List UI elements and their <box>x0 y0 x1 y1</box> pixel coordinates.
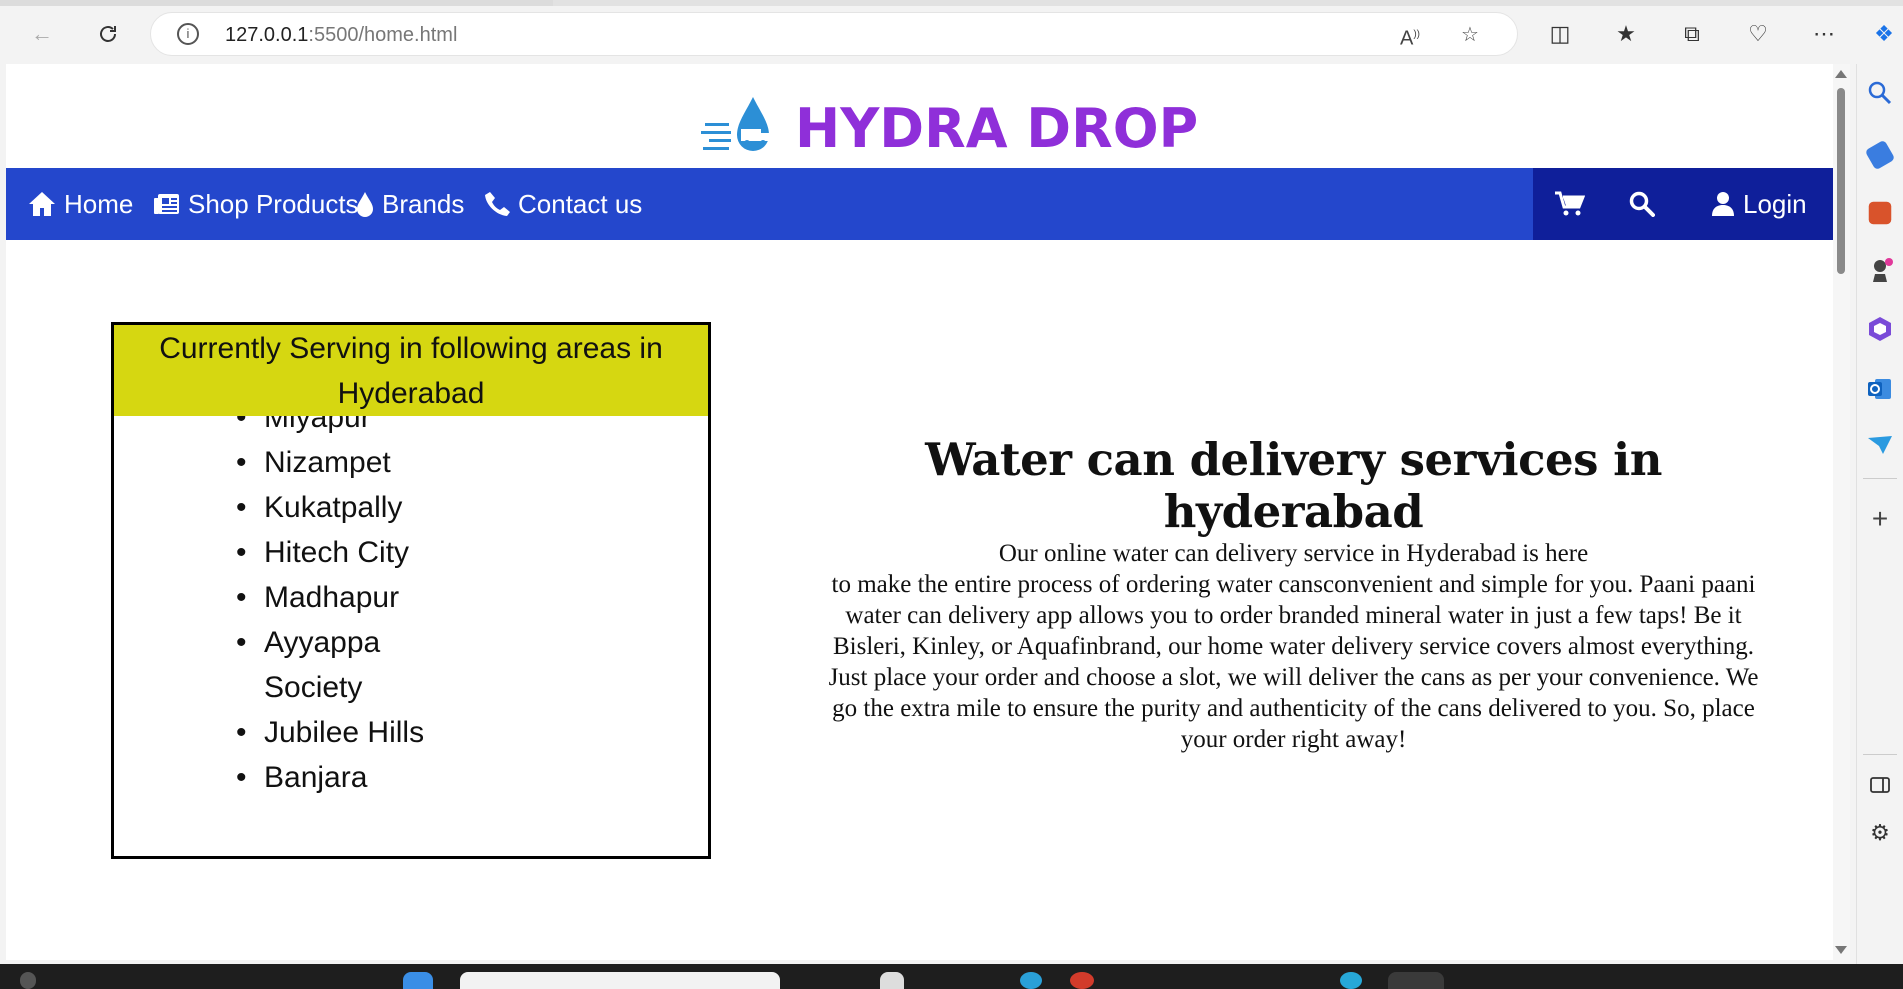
scroll-down-icon[interactable] <box>1835 946 1847 954</box>
water-drop-icon <box>357 192 373 217</box>
phone-icon <box>485 192 510 216</box>
intro-paragraph: to make the entire process of ordering w… <box>828 571 1759 753</box>
split-screen-icon[interactable]: ◫ <box>1544 18 1576 50</box>
shopping-tag-icon[interactable] <box>1864 139 1896 171</box>
nav-home-label: Home <box>64 188 134 219</box>
outlook-icon[interactable] <box>1865 374 1895 404</box>
area-item: Hitech City <box>236 530 444 575</box>
login-button[interactable]: Login <box>1711 168 1807 240</box>
browser-toolbar: ← i 127.0.0.1:5500/home.html A)) ☆ ◫ ★ ⧉… <box>0 0 1903 64</box>
nav-brands-label: Brands <box>382 188 465 219</box>
read-aloud-icon[interactable]: A)) <box>1397 22 1423 50</box>
page-viewport: HYDRA DROP Home Shop Products Brands Con… <box>6 64 1850 960</box>
url-text[interactable]: 127.0.0.1:5500/home.html <box>225 24 457 47</box>
taskbar-search-box[interactable] <box>460 972 780 989</box>
area-item: Jubilee Hills <box>236 710 444 755</box>
refresh-icon[interactable] <box>92 18 124 50</box>
windows-icon[interactable] <box>403 972 433 989</box>
cart-icon <box>1555 191 1585 216</box>
water-delivery-logo-icon <box>701 97 769 151</box>
page-scrollbar[interactable] <box>1833 64 1850 960</box>
nav-shop-label: Shop Products <box>188 188 359 219</box>
nav-contact[interactable]: Contact us <box>484 168 642 240</box>
tools-briefcase-icon[interactable] <box>1868 201 1892 225</box>
favorites-icon[interactable]: ★ <box>1610 18 1642 50</box>
send-icon[interactable] <box>1865 430 1895 460</box>
service-areas-box[interactable]: Currently Serving in following areas in … <box>111 322 711 859</box>
area-item: Madhapur <box>236 575 444 620</box>
settings-gear-icon[interactable]: ⚙ <box>1865 818 1895 848</box>
area-item: Banjara <box>236 755 444 800</box>
active-app-icon[interactable] <box>1388 972 1444 989</box>
favorite-star-icon[interactable]: ☆ <box>1457 22 1483 48</box>
newspaper-icon <box>154 194 179 214</box>
chrome-icon[interactable] <box>1070 972 1094 989</box>
service-areas-list: Miyapur Nizampet Kukatpally Hitech City … <box>236 395 444 800</box>
intro-section: Water can delivery services in hyderabad… <box>826 434 1761 755</box>
search-button[interactable] <box>1629 168 1663 240</box>
back-icon[interactable]: ← <box>26 18 58 50</box>
sidebar-divider <box>1863 754 1897 755</box>
intro-line-1: Our online water can delivery service in… <box>998 540 1589 567</box>
scrollbar-thumb[interactable] <box>1837 88 1845 274</box>
sidebar-divider <box>1863 478 1897 479</box>
nav-brands[interactable]: Brands <box>356 168 464 240</box>
nav-shop-products[interactable]: Shop Products <box>154 168 359 240</box>
copilot-icon[interactable]: ❖ <box>1868 18 1900 50</box>
login-label: Login <box>1743 188 1807 219</box>
site-brand[interactable]: HYDRA DROP <box>701 88 1198 168</box>
start-icon[interactable] <box>20 972 36 989</box>
area-item: Kukatpally <box>236 485 444 530</box>
area-item: Nizampet <box>236 440 444 485</box>
edge-icon[interactable] <box>1340 972 1362 989</box>
cart-button[interactable] <box>1555 168 1593 240</box>
scroll-up-icon[interactable] <box>1835 70 1847 78</box>
tab-strip <box>0 0 1903 6</box>
home-icon <box>29 192 55 216</box>
site-info-icon[interactable]: i <box>177 23 199 45</box>
games-icon[interactable] <box>1865 256 1895 286</box>
hide-sidebar-icon[interactable] <box>1865 770 1895 800</box>
service-areas-heading: Currently Serving in following areas in … <box>114 325 708 416</box>
sidebar-search-icon[interactable] <box>1865 78 1895 108</box>
intro-title: Water can delivery services in hyderabad <box>925 433 1662 538</box>
taskbar-app-icon[interactable] <box>1020 972 1042 989</box>
search-icon <box>1629 191 1655 217</box>
navbar-right-group: Login <box>1533 168 1833 240</box>
address-bar[interactable]: i 127.0.0.1:5500/home.html A)) ☆ <box>150 12 1518 56</box>
nav-contact-label: Contact us <box>518 188 643 219</box>
area-item: Ayyappa Society <box>236 620 444 710</box>
performance-icon[interactable]: ♡ <box>1742 18 1774 50</box>
main-navbar: Home Shop Products Brands Contact us Log… <box>6 168 1833 240</box>
microsoft-365-icon[interactable] <box>1865 314 1895 344</box>
browser-sidebar: + ⚙ <box>1856 64 1903 964</box>
file-explorer-icon[interactable] <box>880 972 904 989</box>
user-icon <box>1712 192 1734 216</box>
os-taskbar <box>0 964 1903 989</box>
brand-name: HYDRA DROP <box>795 96 1199 160</box>
more-options-icon[interactable]: ⋯ <box>1808 18 1840 50</box>
add-icon[interactable]: + <box>1865 504 1895 534</box>
nav-home[interactable]: Home <box>28 168 133 240</box>
collections-icon[interactable]: ⧉ <box>1676 18 1708 50</box>
